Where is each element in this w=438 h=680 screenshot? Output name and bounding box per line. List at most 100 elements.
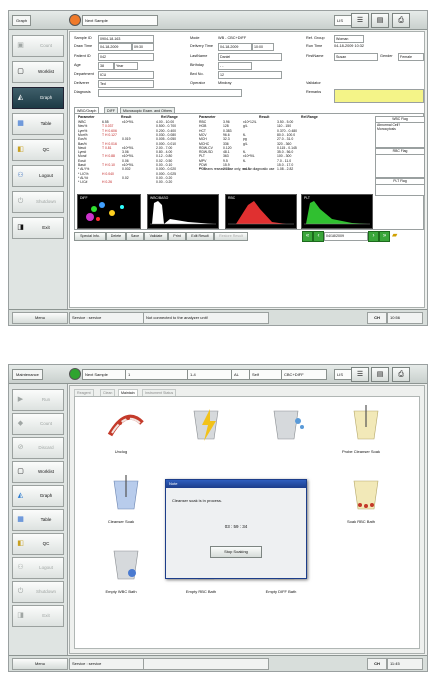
soak-rbc-bath-button[interactable]: Soak RBC Bath bbox=[331, 473, 391, 533]
bath-button[interactable] bbox=[251, 403, 311, 463]
sidebar-item-run[interactable]: ▶ Run bbox=[12, 389, 64, 411]
special-info-button[interactable]: Special Info. bbox=[74, 232, 106, 241]
gender-select[interactable]: Female bbox=[398, 53, 424, 61]
sidebar-item-count[interactable]: ▣ Count bbox=[12, 35, 64, 57]
date-navigator[interactable]: 04/18/2009 bbox=[324, 232, 368, 241]
remarks-field[interactable] bbox=[334, 89, 424, 103]
sidebar-item-label: QC bbox=[42, 541, 50, 546]
sidebar-item-table[interactable]: ▦ Table bbox=[12, 509, 64, 531]
stop-soaking-button[interactable]: Stop Soaking bbox=[210, 546, 262, 558]
sidebar-item-shutdown[interactable]: ⏻ Shutdown bbox=[12, 191, 64, 213]
folder-icon[interactable]: ▰ bbox=[392, 231, 401, 240]
report-icon[interactable]: ▤ bbox=[371, 367, 389, 382]
age-unit-select[interactable]: Year bbox=[114, 62, 138, 70]
empty-wbc-bath-button[interactable]: Empty WBC Bath bbox=[91, 543, 151, 603]
sample-id-field[interactable]: 0904-18-163 bbox=[98, 35, 154, 43]
sidebar-item-discard[interactable]: ⊘ Discard bbox=[12, 437, 64, 459]
soak-timer: 03 : 59 : 34 bbox=[224, 524, 248, 529]
qc-icon: ◧ bbox=[17, 540, 24, 547]
print-icon[interactable]: ⎙ bbox=[392, 367, 410, 382]
sidebar-item-label: Graph bbox=[39, 95, 53, 100]
next-sample-button[interactable]: Next Sample bbox=[82, 369, 128, 380]
diagnosis-field[interactable] bbox=[98, 89, 242, 97]
sidebar-item-qc[interactable]: ◧ QC bbox=[12, 533, 64, 555]
param-cell: T H 0.88 bbox=[102, 154, 115, 159]
delivery-date-field[interactable]: 04-18-2009 bbox=[218, 43, 252, 51]
patient-id-field[interactable]: 042 bbox=[98, 53, 154, 61]
logout-icon: ⚇ bbox=[17, 564, 24, 571]
item-label: Soak RBC Bath bbox=[346, 519, 375, 524]
draw-time-field[interactable]: 09:30 bbox=[132, 43, 154, 51]
graph-screen: Graph Next Sample LIS ☰ ▤ ⎙ ▣ Count ▢ Wo… bbox=[8, 10, 428, 326]
deliverer-select[interactable]: Ted bbox=[98, 80, 154, 88]
next-record-icon[interactable]: › bbox=[368, 231, 379, 242]
rbc-flag-title: RBC Flag bbox=[376, 149, 424, 155]
unclog-button[interactable]: Unclog bbox=[91, 403, 151, 463]
sidebar-item-logout[interactable]: ⚇ Logout bbox=[12, 165, 64, 187]
sidebar-item-qc[interactable]: ◧ QC bbox=[12, 139, 64, 161]
menu-button[interactable]: Menu bbox=[12, 658, 68, 670]
department-select[interactable]: ICU bbox=[98, 71, 154, 79]
maintenance-screen: Maintenance Next Sample 1 1-4 AL Self CB… bbox=[8, 364, 428, 672]
birthday-label: Birthday bbox=[190, 63, 204, 67]
list-icon[interactable]: ☰ bbox=[351, 13, 369, 28]
draw-date-field[interactable]: 04-18-2009 bbox=[98, 43, 132, 51]
zap-icon bbox=[193, 409, 219, 441]
remarks-label: Remarks bbox=[306, 90, 322, 94]
ref-group-select[interactable]: Woman bbox=[334, 35, 364, 43]
qc-icon: ◧ bbox=[17, 146, 24, 153]
birthday-field[interactable]: - - bbox=[218, 62, 252, 70]
mode-value: WB - CBC+DIFF bbox=[218, 36, 247, 40]
delivery-time-field[interactable]: 10:00 bbox=[252, 43, 274, 51]
sidebar-item-graph[interactable]: ◭ Graph bbox=[12, 87, 64, 109]
sidebar-item-exit[interactable]: ◨ Exit bbox=[12, 217, 64, 239]
validate-button[interactable]: Validate bbox=[144, 232, 168, 241]
wbc-baso-histogram: WBC/BASO bbox=[147, 194, 219, 229]
language-ch-indicator[interactable]: CH bbox=[367, 658, 387, 670]
sidebar-item-count[interactable]: ◆ Count bbox=[12, 413, 64, 435]
param-cell: 1.08 - 2.82 bbox=[277, 167, 294, 172]
connection-message: Not connected to the analyzer unit! bbox=[143, 312, 269, 324]
screen-title: Maintenance bbox=[12, 369, 43, 380]
rbc-histogram: RBC bbox=[225, 194, 297, 229]
report-icon[interactable]: ▤ bbox=[371, 13, 389, 28]
zap-button[interactable] bbox=[171, 403, 231, 463]
list-icon[interactable]: ☰ bbox=[351, 367, 369, 382]
maintenance-items: Unclog Probe Cleanser Soak Cleanser Soak… bbox=[74, 396, 420, 649]
first-record-icon[interactable]: « bbox=[302, 231, 313, 242]
print-icon[interactable]: ⎙ bbox=[392, 13, 410, 28]
sidebar-item-label: Worklist bbox=[38, 469, 54, 474]
print-button[interactable]: Print bbox=[168, 232, 186, 241]
age-field[interactable]: 38 bbox=[98, 62, 114, 70]
sidebar-item-exit[interactable]: ◨ Exit bbox=[12, 605, 64, 627]
bed-no-field[interactable]: 12 bbox=[218, 71, 282, 79]
edit-result-button[interactable]: Edit Result bbox=[186, 232, 214, 241]
sidebar-item-logout[interactable]: ⚇ Logout bbox=[12, 557, 64, 579]
operator-value: Mindray bbox=[218, 81, 232, 85]
diff-scattergram: DIFF bbox=[77, 194, 141, 229]
language-ch-indicator[interactable]: CH bbox=[367, 312, 387, 324]
sidebar-item-table[interactable]: ▦ Table bbox=[12, 113, 64, 135]
sidebar-item-worklist[interactable]: ▢ Worklist bbox=[12, 461, 64, 483]
delete-button[interactable]: Delete bbox=[106, 232, 126, 241]
lastname-field[interactable]: Daniel bbox=[218, 53, 282, 61]
probe-cleanser-soak-button[interactable]: Probe Cleanser Soak bbox=[331, 403, 391, 463]
sidebar-item-label: Logout bbox=[39, 173, 53, 178]
sidebar-item-shutdown[interactable]: ⏻ Shutdown bbox=[12, 581, 64, 603]
last-record-icon[interactable]: » bbox=[379, 231, 390, 242]
param-cell: g/L bbox=[243, 124, 248, 129]
rbc-flag-box: RBC Flag bbox=[375, 148, 425, 178]
prev-record-icon[interactable]: ‹ bbox=[313, 231, 324, 242]
sidebar-item-label: Table bbox=[40, 517, 52, 522]
sidebar-item-worklist[interactable]: ▢ Worklist bbox=[12, 61, 64, 83]
cleanser-soak-button[interactable]: Cleanser Soak bbox=[91, 473, 151, 533]
restore-result-button[interactable]: Restore Result bbox=[214, 232, 248, 241]
plot-label: RBC bbox=[228, 196, 236, 200]
menu-button[interactable]: Menu bbox=[12, 312, 68, 324]
next-sample-button[interactable]: Next Sample bbox=[82, 15, 158, 26]
firstname-field[interactable]: Susan bbox=[334, 53, 378, 61]
sidebar-item-graph[interactable]: ◭ Graph bbox=[12, 485, 64, 507]
save-button[interactable]: Save bbox=[126, 232, 144, 241]
result-header: Result bbox=[121, 115, 132, 119]
shutdown-icon: ⏻ bbox=[17, 198, 24, 205]
